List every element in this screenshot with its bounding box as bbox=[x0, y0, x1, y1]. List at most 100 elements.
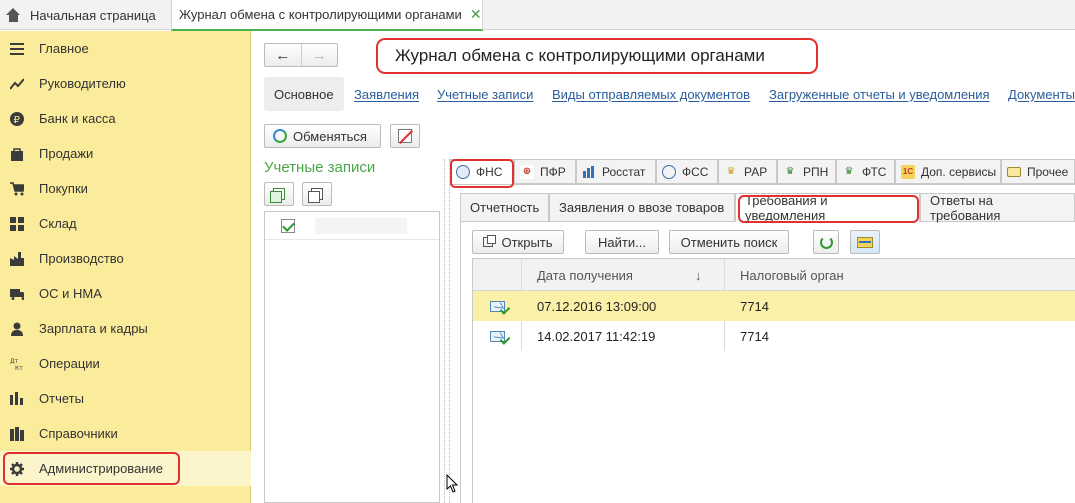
certificate-button[interactable] bbox=[850, 230, 880, 254]
section-applications[interactable]: Заявления bbox=[354, 77, 419, 111]
journal-tab[interactable]: Журнал обмена с контролирующими органами… bbox=[171, 0, 483, 31]
section-documents[interactable]: Документы bbox=[1008, 77, 1075, 111]
envelope-check-icon bbox=[490, 291, 505, 321]
sidebar-item-production[interactable]: Производство bbox=[0, 241, 251, 276]
refresh-icon bbox=[819, 235, 833, 249]
tab-reporting[interactable]: Отчетность bbox=[460, 193, 549, 222]
sidebar-item-warehouse[interactable]: Склад bbox=[0, 206, 251, 241]
tab-extra-services[interactable]: 1С Доп. сервисы bbox=[895, 159, 1001, 184]
bar-chart-icon bbox=[10, 392, 24, 406]
cancel-search-button[interactable]: Отменить поиск bbox=[669, 230, 789, 254]
svg-text:₽: ₽ bbox=[14, 115, 21, 126]
tab-fts[interactable]: ♛ ФТС bbox=[836, 159, 895, 184]
1c-logo-icon: 1С bbox=[901, 164, 915, 179]
tab-fns[interactable]: ФНС bbox=[450, 159, 514, 188]
document-type-tabs: Отчетность Заявления о ввозе товаров Тре… bbox=[460, 193, 1075, 223]
find-button-label: Найти... bbox=[598, 234, 646, 250]
rosstat-chart-icon bbox=[582, 165, 596, 179]
sidebar-item-salary[interactable]: Зарплата и кадры bbox=[0, 311, 251, 346]
sidebar-item-references[interactable]: Справочники bbox=[0, 416, 251, 451]
tab-import-applications[interactable]: Заявления о ввозе товаров bbox=[549, 193, 735, 222]
svg-text:Дт: Дт bbox=[10, 358, 19, 365]
check-all-icon bbox=[270, 188, 285, 203]
highlight-frame bbox=[450, 159, 514, 188]
back-button[interactable]: ← bbox=[265, 44, 301, 66]
tab-fss[interactable]: ФСС bbox=[656, 159, 718, 184]
sidebar-item-label: Руководителю bbox=[39, 76, 126, 91]
sidebar-item-label: Отчеты bbox=[39, 391, 84, 406]
sidebar-item-label: Производство bbox=[39, 251, 124, 266]
agency-tabs: ФНС ⊕ ПФР Росстат ФСС ♛ РАР ♛ РПН ♛ ФТС … bbox=[450, 158, 1075, 188]
pane-splitter[interactable] bbox=[444, 159, 450, 503]
menu-icon bbox=[10, 42, 24, 56]
sidebar-item-bank[interactable]: ₽ Банк и касса bbox=[0, 101, 251, 136]
dt-kt-icon: Дт Кт bbox=[10, 357, 24, 371]
section-main[interactable]: Основное bbox=[264, 77, 344, 111]
received-date-cell: 14.02.2017 11:42:19 bbox=[537, 328, 656, 344]
tab-pfr[interactable]: ⊕ ПФР bbox=[514, 159, 576, 184]
account-checkbox[interactable] bbox=[281, 218, 295, 233]
main-area: ← → Журнал обмена с контролирующими орга… bbox=[252, 31, 1075, 503]
tab-label: Отчетность bbox=[470, 200, 540, 215]
tab-label: ФСС bbox=[682, 164, 709, 179]
section-accounts[interactable]: Учетные записи bbox=[437, 77, 533, 111]
sidebar-item-purchases[interactable]: Покупки bbox=[0, 171, 251, 206]
copy-account-button[interactable] bbox=[302, 182, 332, 206]
sidebar-item-director[interactable]: Руководителю bbox=[0, 66, 251, 101]
fts-emblem-icon: ♛ bbox=[844, 166, 854, 177]
select-all-accounts-button[interactable] bbox=[264, 182, 294, 206]
sidebar-item-sales[interactable]: Продажи bbox=[0, 136, 251, 171]
list-item[interactable] bbox=[265, 212, 439, 240]
home-tab[interactable]: Начальная страница bbox=[0, 0, 168, 30]
sidebar-item-assets[interactable]: ОС и НМА bbox=[0, 276, 251, 311]
find-button[interactable]: Найти... bbox=[585, 230, 659, 254]
exchange-button-label: Обменяться bbox=[293, 128, 367, 144]
top-tab-bar: Начальная страница Журнал обмена с контр… bbox=[0, 0, 1075, 31]
sidebar-item-main[interactable]: Главное bbox=[0, 31, 251, 66]
mouse-cursor-icon bbox=[446, 474, 458, 493]
rpn-eagle-icon: ♛ bbox=[785, 166, 795, 177]
sidebar-item-label: Банк и касса bbox=[39, 111, 116, 126]
envelope-icon bbox=[1007, 166, 1021, 177]
sidebar-item-administration[interactable]: Администрирование bbox=[0, 451, 251, 486]
section-nav: Основное Заявления Учетные записи Виды о… bbox=[264, 77, 1075, 111]
svg-text:Кт: Кт bbox=[15, 365, 23, 371]
sidebar-item-label: Операции bbox=[39, 356, 100, 371]
ruble-icon: ₽ bbox=[10, 111, 24, 126]
sidebar-item-reports[interactable]: Отчеты bbox=[0, 381, 251, 416]
settings-button[interactable] bbox=[390, 124, 420, 148]
home-icon bbox=[6, 8, 21, 22]
section-loaded-reports[interactable]: Загруженные отчеты и уведомления bbox=[769, 77, 990, 111]
table-row[interactable]: 07.12.2016 13:09:00 7714 bbox=[473, 291, 1075, 321]
tab-other[interactable]: Прочее bbox=[1001, 159, 1075, 184]
column-tax-office[interactable]: Налоговый орган bbox=[740, 259, 844, 291]
open-button[interactable]: Открыть bbox=[472, 230, 564, 254]
forward-button[interactable]: → bbox=[300, 44, 338, 66]
received-date-cell: 07.12.2016 13:09:00 bbox=[537, 298, 657, 314]
copy-icon bbox=[308, 188, 323, 203]
tab-rpn[interactable]: ♛ РПН bbox=[777, 159, 836, 184]
exchange-button[interactable]: Обменяться bbox=[264, 124, 381, 148]
books-icon bbox=[10, 426, 24, 441]
highlight-frame bbox=[3, 452, 180, 485]
refresh-button[interactable] bbox=[813, 230, 839, 254]
column-received-date[interactable]: Дата получения bbox=[537, 259, 633, 291]
tab-requirements[interactable]: Требования и уведомления bbox=[735, 193, 920, 223]
tab-label: Прочее bbox=[1027, 164, 1069, 179]
tab-rar[interactable]: ♛ РАР bbox=[718, 159, 777, 184]
page-title: Журнал обмена с контролирующими органами bbox=[395, 46, 765, 65]
tab-rosstat[interactable]: Росстат bbox=[576, 159, 656, 184]
section-document-types[interactable]: Виды отправляемых документов bbox=[552, 77, 750, 111]
tab-responses[interactable]: Ответы на требования bbox=[920, 193, 1075, 223]
highlight-frame bbox=[738, 195, 919, 223]
sidebar-item-label: Главное bbox=[39, 41, 89, 56]
page-title-frame: Журнал обмена с контролирующими органами bbox=[376, 38, 818, 74]
close-icon[interactable]: ✕ bbox=[470, 6, 482, 23]
sidebar-item-label: Зарплата и кадры bbox=[39, 321, 148, 336]
accounts-title: Учетные записи bbox=[264, 159, 376, 176]
truck-icon bbox=[10, 287, 24, 301]
sidebar-item-operations[interactable]: Дт Кт Операции bbox=[0, 346, 251, 381]
table-row[interactable]: 14.02.2017 11:42:19 7714 bbox=[473, 321, 1075, 351]
home-tab-label: Начальная страница bbox=[30, 7, 156, 23]
cancel-search-label: Отменить поиск bbox=[680, 234, 778, 250]
